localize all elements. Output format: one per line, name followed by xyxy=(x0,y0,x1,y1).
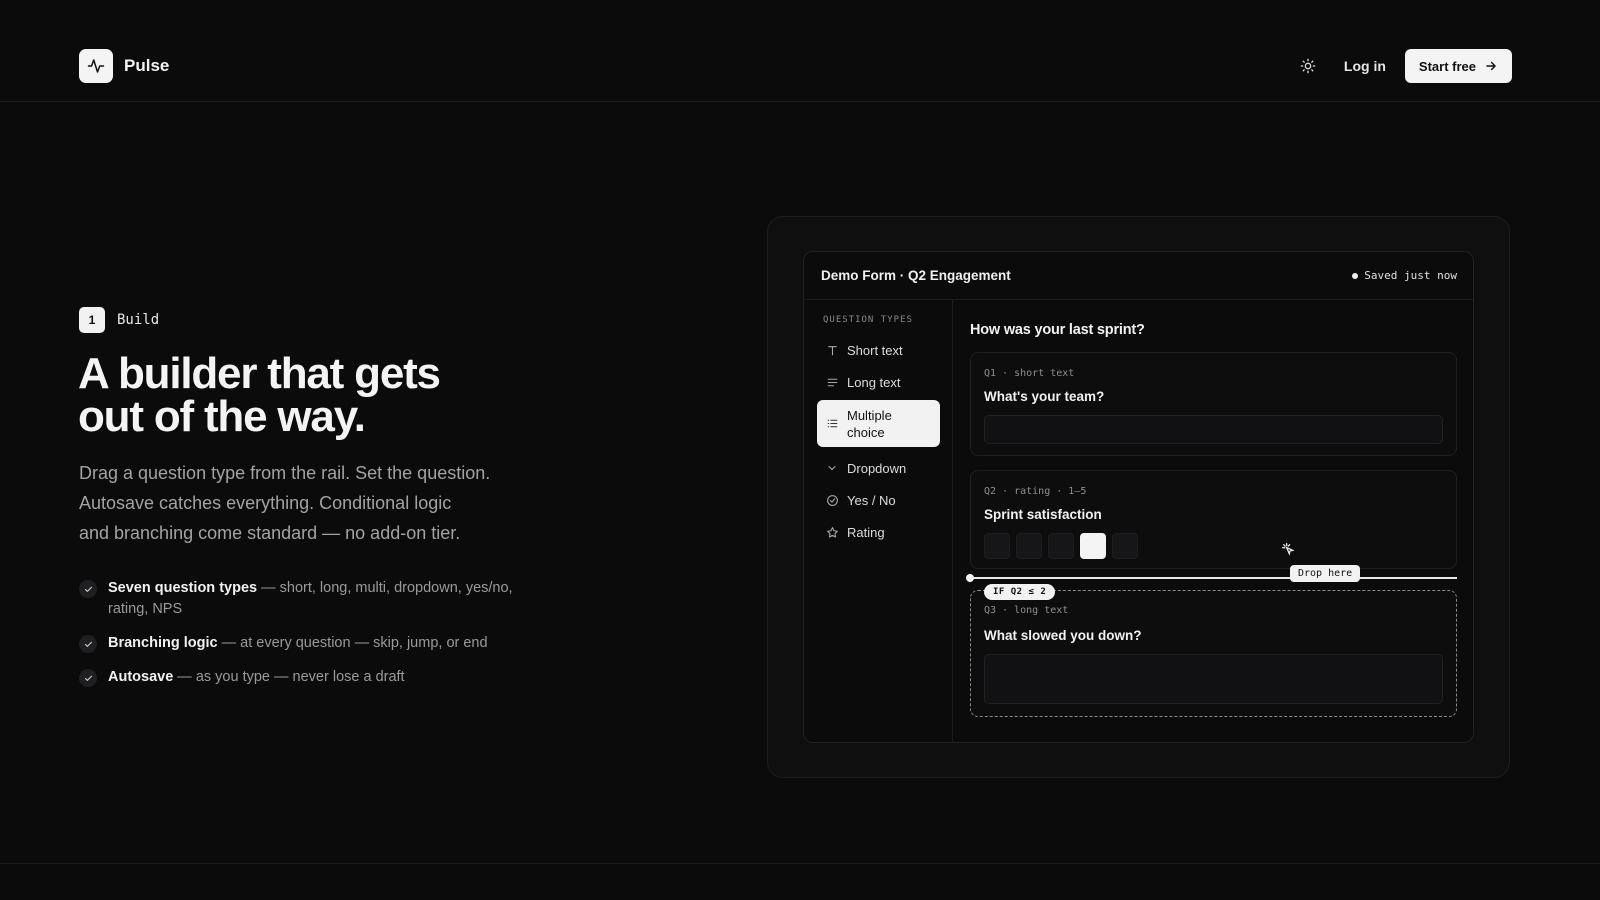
question-title: Sprint satisfaction xyxy=(984,507,1102,522)
rail-item-label: Dropdown xyxy=(847,460,907,476)
list-icon xyxy=(825,417,839,431)
form-question: How was your last sprint? xyxy=(970,322,1145,338)
step-number: 1 xyxy=(79,307,105,333)
headline-line-1: A builder that gets xyxy=(78,349,441,398)
lede-line-1: Drag a question type from the rail. Set … xyxy=(79,463,491,483)
brand-logo[interactable]: Pulse xyxy=(79,49,169,83)
site-header: Pulse Log in Start free xyxy=(0,38,1600,102)
form-builder-demo: Demo Form · Q2 Engagement Saved just now… xyxy=(803,251,1474,743)
rail-item-multiple-choice[interactable]: Multiple choice xyxy=(817,400,940,447)
text-icon xyxy=(825,343,839,357)
rail-heading: QUESTION TYPES xyxy=(823,315,913,325)
answer-textarea[interactable] xyxy=(984,654,1443,704)
arrow-right-icon xyxy=(1486,61,1496,71)
question-meta: Q2 · rating · 1–5 xyxy=(984,486,1087,497)
feature-title: Seven question types xyxy=(108,580,258,596)
feature-item: Branching logic — at every question — sk… xyxy=(79,633,539,654)
answer-input[interactable] xyxy=(984,415,1443,444)
status-dot xyxy=(1352,272,1359,279)
lede-line-2: Autosave catches everything. Conditional… xyxy=(79,493,452,513)
rating-option-4[interactable] xyxy=(1080,533,1106,559)
hero-headline: A builder that gets out of the way. xyxy=(78,349,598,441)
feature-text: — as you type — never lose a draft xyxy=(173,669,405,685)
check-icon xyxy=(79,580,97,598)
pulse-icon xyxy=(79,49,113,83)
drag-cursor-icon xyxy=(1280,541,1296,562)
rail-item-short-text[interactable]: Short text xyxy=(817,336,940,364)
demo-panel: Demo Form · Q2 Engagement Saved just now… xyxy=(767,216,1510,778)
feature-title: Branching logic xyxy=(108,635,218,651)
question-card-q3[interactable]: Q3 · long text What slowed you down? xyxy=(970,590,1457,717)
drop-here-tooltip: Drop here xyxy=(1290,565,1361,582)
question-meta: Q1 · short text xyxy=(984,368,1075,379)
drop-indicator-line xyxy=(966,574,1457,582)
condition-badge: IF Q2 ≤ 2 xyxy=(984,584,1056,600)
feature-list: Seven question types — short, long, mult… xyxy=(79,578,539,701)
step-label: Build xyxy=(117,312,160,328)
autosave-label: Saved just now xyxy=(1364,269,1457,282)
star-icon xyxy=(825,525,839,539)
rating-option-2[interactable] xyxy=(1016,533,1042,559)
rail-item-label: Rating xyxy=(847,524,885,540)
chevron-down-icon xyxy=(825,461,839,475)
rating-option-5[interactable] xyxy=(1112,533,1138,559)
feature-item: Seven question types — short, long, mult… xyxy=(79,578,539,620)
rail-item-label: Long text xyxy=(847,374,901,390)
question-card-q1[interactable]: Q1 · short text What's your team? xyxy=(970,352,1457,456)
feature-title: Autosave xyxy=(108,669,174,685)
rating-option-3[interactable] xyxy=(1048,533,1074,559)
hero-description: Drag a question type from the rail. Set … xyxy=(79,458,539,548)
rail-item-dropdown[interactable]: Dropdown xyxy=(817,454,940,482)
section-divider xyxy=(0,863,1600,864)
paragraph-icon xyxy=(825,375,839,389)
question-title: What's your team? xyxy=(984,389,1105,404)
feature-text: — at every question — skip, jump, or end xyxy=(217,635,488,651)
question-title: What slowed you down? xyxy=(984,628,1142,643)
demo-topbar: Demo Form · Q2 Engagement Saved just now xyxy=(804,252,1473,300)
check-circle-icon xyxy=(825,493,839,507)
autosave-status: Saved just now xyxy=(1352,269,1457,282)
rail-item-rating[interactable]: Rating xyxy=(817,518,940,546)
rail-item-label: Yes / No xyxy=(847,492,896,508)
rail-item-long-text[interactable]: Long text xyxy=(817,368,940,396)
rating-option-1[interactable] xyxy=(984,533,1010,559)
check-icon xyxy=(79,669,97,687)
check-icon xyxy=(79,635,97,653)
rail-item-yes-no[interactable]: Yes / No xyxy=(817,486,940,514)
question-type-rail: QUESTION TYPES Short text Long text Mult… xyxy=(804,300,953,742)
rail-item-label: Multiple choice xyxy=(847,407,892,440)
form-canvas: How was your last sprint? Q1 · short tex… xyxy=(953,300,1473,742)
start-free-label: Start free xyxy=(1418,58,1476,74)
lede-line-3: and branching come standard — no add-on … xyxy=(79,523,461,543)
question-meta: Q3 · long text xyxy=(984,605,1069,616)
headline-line-2: out of the way. xyxy=(78,392,366,441)
question-card-q2[interactable]: Q2 · rating · 1–5 Sprint satisfaction xyxy=(970,470,1457,569)
rail-item-label: Short text xyxy=(847,342,903,358)
step-indicator: 1 Build xyxy=(79,307,159,333)
login-link[interactable]: Log in xyxy=(1344,58,1386,74)
sun-icon[interactable] xyxy=(1298,56,1318,76)
start-free-button[interactable]: Start free xyxy=(1404,49,1512,83)
brand-name: Pulse xyxy=(124,56,170,75)
feature-item: Autosave — as you type — never lose a dr… xyxy=(79,667,539,688)
form-title: Demo Form · Q2 Engagement xyxy=(821,268,1011,283)
